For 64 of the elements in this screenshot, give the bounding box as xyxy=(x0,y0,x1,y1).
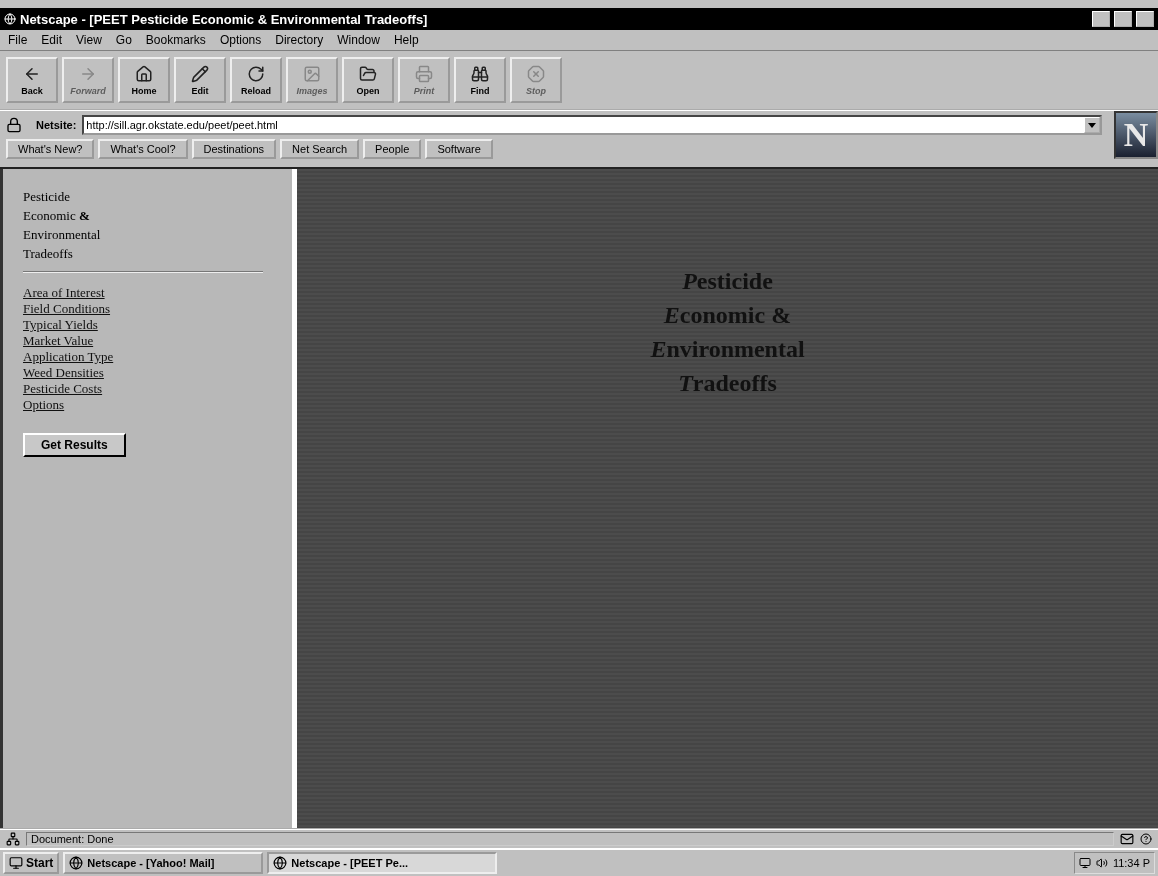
pencil-icon xyxy=(191,64,209,83)
sidebar-heading: Environmental xyxy=(23,227,101,242)
toolbar-button[interactable]: Edit xyxy=(174,57,226,103)
clock: 11:34 P xyxy=(1112,857,1150,869)
directory-button[interactable]: Net Search xyxy=(280,139,360,159)
menu-item[interactable]: File xyxy=(8,33,28,47)
sidebar-heading: Pesticide xyxy=(23,189,70,204)
toolbar-button[interactable]: Back xyxy=(6,57,58,103)
status-text: Document: Done xyxy=(26,832,1114,846)
sidebar-heading: Economic & xyxy=(23,208,90,223)
menu-item[interactable]: Window xyxy=(337,33,380,47)
sidebar-link[interactable]: Area of Interest xyxy=(23,285,105,301)
mail-icon[interactable] xyxy=(1120,832,1134,846)
monitor-icon[interactable] xyxy=(1078,857,1091,869)
directory-button[interactable]: What's Cool? xyxy=(98,139,188,159)
menu-item[interactable]: Bookmarks xyxy=(145,33,206,47)
image-icon xyxy=(303,64,321,83)
get-results-button[interactable]: Get Results xyxy=(23,433,126,457)
sidebar-link[interactable]: Market Value xyxy=(23,333,94,349)
directory-button[interactable]: What's New? xyxy=(6,139,95,159)
location-field[interactable]: http://sill.agr.okstate.edu/peet/peet.html xyxy=(82,115,1102,135)
binoculars-icon xyxy=(471,64,489,83)
page-title: Tradeoffs xyxy=(678,370,777,396)
sidebar-link[interactable]: Pesticide Costs xyxy=(23,381,103,397)
app-icon xyxy=(4,13,16,25)
toolbar-button[interactable]: Reload xyxy=(230,57,282,103)
menu-item[interactable]: View xyxy=(76,33,102,47)
taskbar-button[interactable]: Netscape - [PEET Pe... xyxy=(267,852,498,874)
caret-icon xyxy=(1088,122,1096,128)
toolbar-button[interactable]: Home xyxy=(118,57,170,103)
start-button[interactable]: Start xyxy=(3,852,60,874)
taskbar-button[interactable]: Netscape - [Yahoo! Mail] xyxy=(63,852,264,874)
stop-icon xyxy=(527,64,545,83)
home-icon xyxy=(135,64,153,83)
directory-button[interactable]: Software xyxy=(425,139,493,159)
dropdown-button[interactable] xyxy=(1084,117,1100,133)
page-title: Pesticide xyxy=(682,268,773,294)
toolbar-button[interactable]: Open xyxy=(342,57,394,103)
logo: N xyxy=(1114,111,1158,159)
window-title: Netscape - [PEET Pesticide Economic & Environmental Tradeoffs] xyxy=(20,11,429,27)
folder-icon xyxy=(359,64,377,83)
menu-item[interactable]: Directory xyxy=(275,33,324,47)
speaker-icon[interactable] xyxy=(1095,857,1108,869)
page-title: Environmental xyxy=(650,336,805,362)
menu-item[interactable]: Help xyxy=(393,33,419,47)
sidebar-link[interactable]: Options xyxy=(23,397,65,413)
location-label: Netsite: xyxy=(36,119,77,131)
directory-button[interactable]: Destinations xyxy=(191,139,277,159)
app-icon xyxy=(69,856,84,870)
sidebar-link[interactable]: Application Type xyxy=(23,349,114,365)
help-icon[interactable] xyxy=(1140,833,1152,845)
toolbar-button[interactable]: Find xyxy=(454,57,506,103)
menu-item[interactable]: Options xyxy=(219,33,262,47)
menu-item[interactable]: Go xyxy=(115,33,132,47)
app-icon xyxy=(273,856,288,870)
sidebar-heading: Tradeoffs xyxy=(23,246,73,261)
directory-button[interactable]: People xyxy=(363,139,422,159)
sidebar-link[interactable]: Field Conditions xyxy=(23,301,111,317)
page-title: Economic & xyxy=(663,302,792,328)
sidebar-link[interactable]: Weed Densities xyxy=(23,365,104,381)
reload-icon xyxy=(247,64,265,83)
menu-item[interactable]: Edit xyxy=(41,33,63,47)
printer-icon xyxy=(415,64,433,83)
sidebar-link[interactable]: Typical Yields xyxy=(23,317,98,333)
